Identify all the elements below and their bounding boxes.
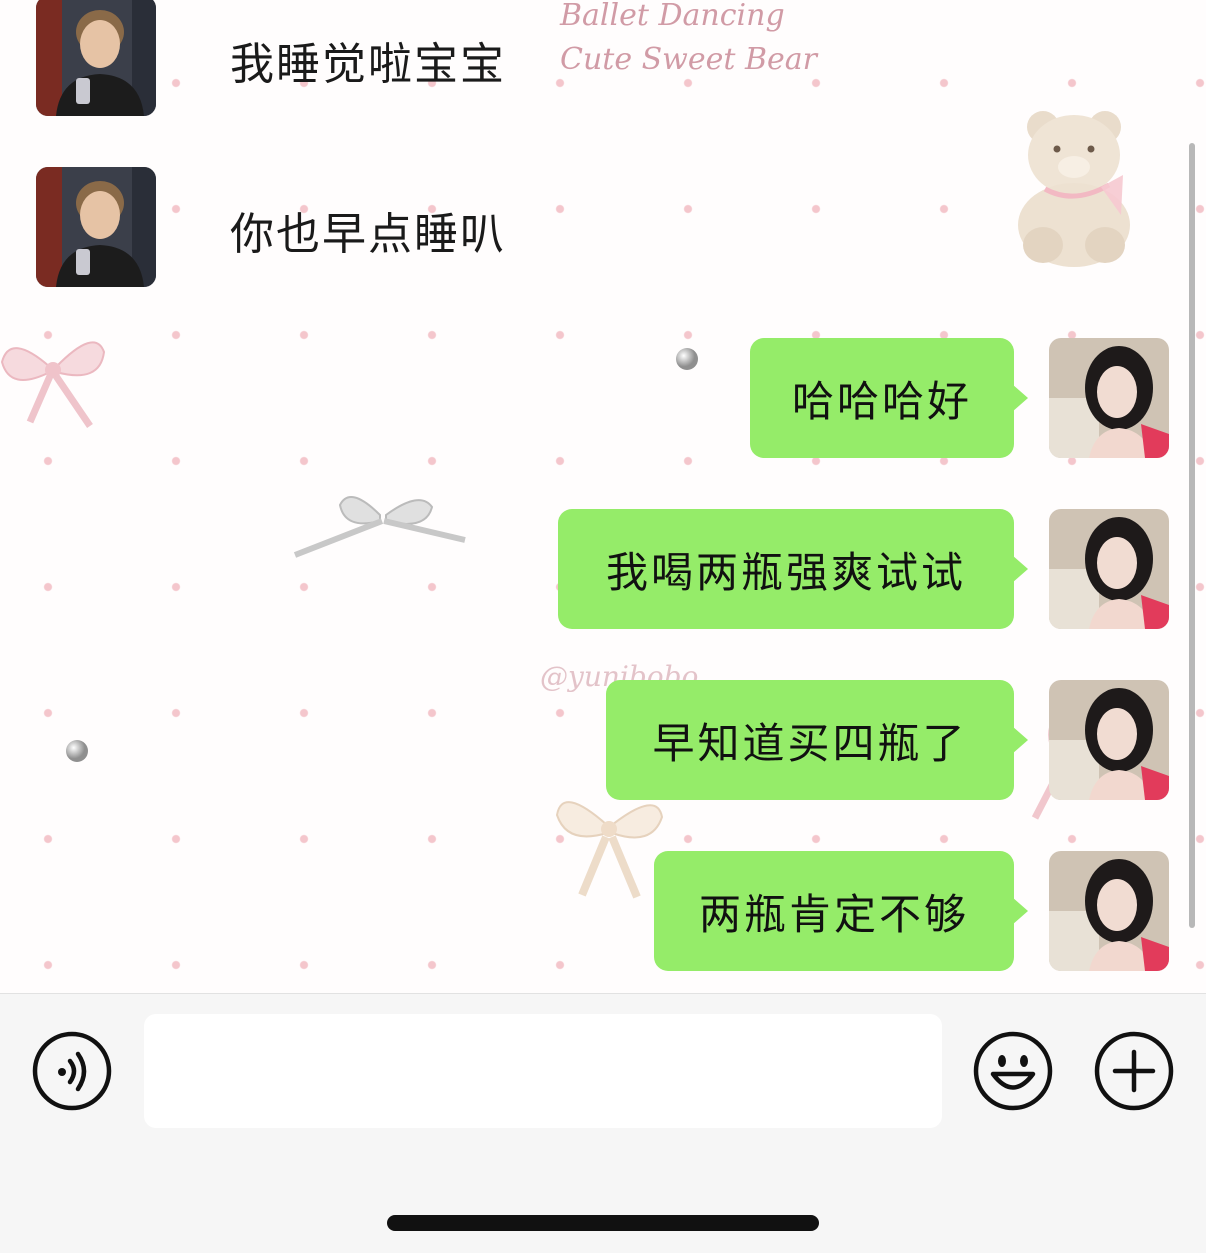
wallpaper-title: Ballet Dancing Cute Sweet Bear xyxy=(560,0,820,82)
outgoing-message-text: 我喝两瓶强爽试试 xyxy=(605,547,966,597)
emoji-button[interactable] xyxy=(973,1031,1053,1111)
incoming-message-2[interactable]: 你也早点睡叭 xyxy=(230,198,506,262)
cream-bow-decoration xyxy=(555,801,664,899)
self-avatar-image xyxy=(1049,851,1169,971)
self-avatar[interactable] xyxy=(1049,338,1169,458)
contact-avatar[interactable] xyxy=(36,0,156,116)
wallpaper-title-line2: Cute Sweet Bear xyxy=(560,42,817,77)
contact-avatar-image xyxy=(36,167,156,287)
voice-input-button[interactable] xyxy=(32,1031,112,1111)
self-avatar-image xyxy=(1049,509,1169,629)
plus-icon xyxy=(1094,1031,1174,1111)
grey-bow-decoration xyxy=(293,496,466,558)
outgoing-message-text: 哈哈哈好 xyxy=(791,376,972,426)
outgoing-message-1[interactable]: 哈哈哈好 xyxy=(750,338,1028,458)
outgoing-message-text: 早知道买四瓶了 xyxy=(652,718,968,768)
self-avatar-image xyxy=(1049,338,1169,458)
incoming-message-1[interactable]: 我睡觉啦宝宝 xyxy=(230,28,506,92)
pink-bow-decoration xyxy=(0,341,106,428)
self-avatar[interactable] xyxy=(1049,851,1169,971)
emoji-icon xyxy=(973,1031,1053,1111)
message-input[interactable] xyxy=(144,1014,942,1128)
contact-avatar-image xyxy=(36,0,156,116)
outgoing-message-2[interactable]: 我喝两瓶强爽试试 xyxy=(558,509,1028,629)
teddy-bear-decoration xyxy=(1018,111,1130,267)
more-actions-button[interactable] xyxy=(1094,1031,1174,1111)
self-avatar[interactable] xyxy=(1049,680,1169,800)
self-avatar-image xyxy=(1049,680,1169,800)
outgoing-message-text: 两瓶肯定不够 xyxy=(698,889,969,939)
pearl-decoration xyxy=(676,348,698,370)
self-avatar[interactable] xyxy=(1049,509,1169,629)
chat-message-area[interactable]: Ballet Dancing Cute Sweet Bear @yunibobo xyxy=(0,0,1206,993)
outgoing-message-4[interactable]: 两瓶肯定不够 xyxy=(654,851,1028,971)
chat-scrollbar[interactable] xyxy=(1189,143,1195,928)
voice-icon xyxy=(32,1031,112,1111)
contact-avatar[interactable] xyxy=(36,167,156,287)
outgoing-message-3[interactable]: 早知道买四瓶了 xyxy=(606,680,1028,800)
wallpaper-title-line1: Ballet Dancing xyxy=(560,0,785,33)
home-indicator[interactable] xyxy=(387,1215,819,1231)
pearl-decoration xyxy=(66,740,88,762)
input-bar xyxy=(0,993,1206,1253)
